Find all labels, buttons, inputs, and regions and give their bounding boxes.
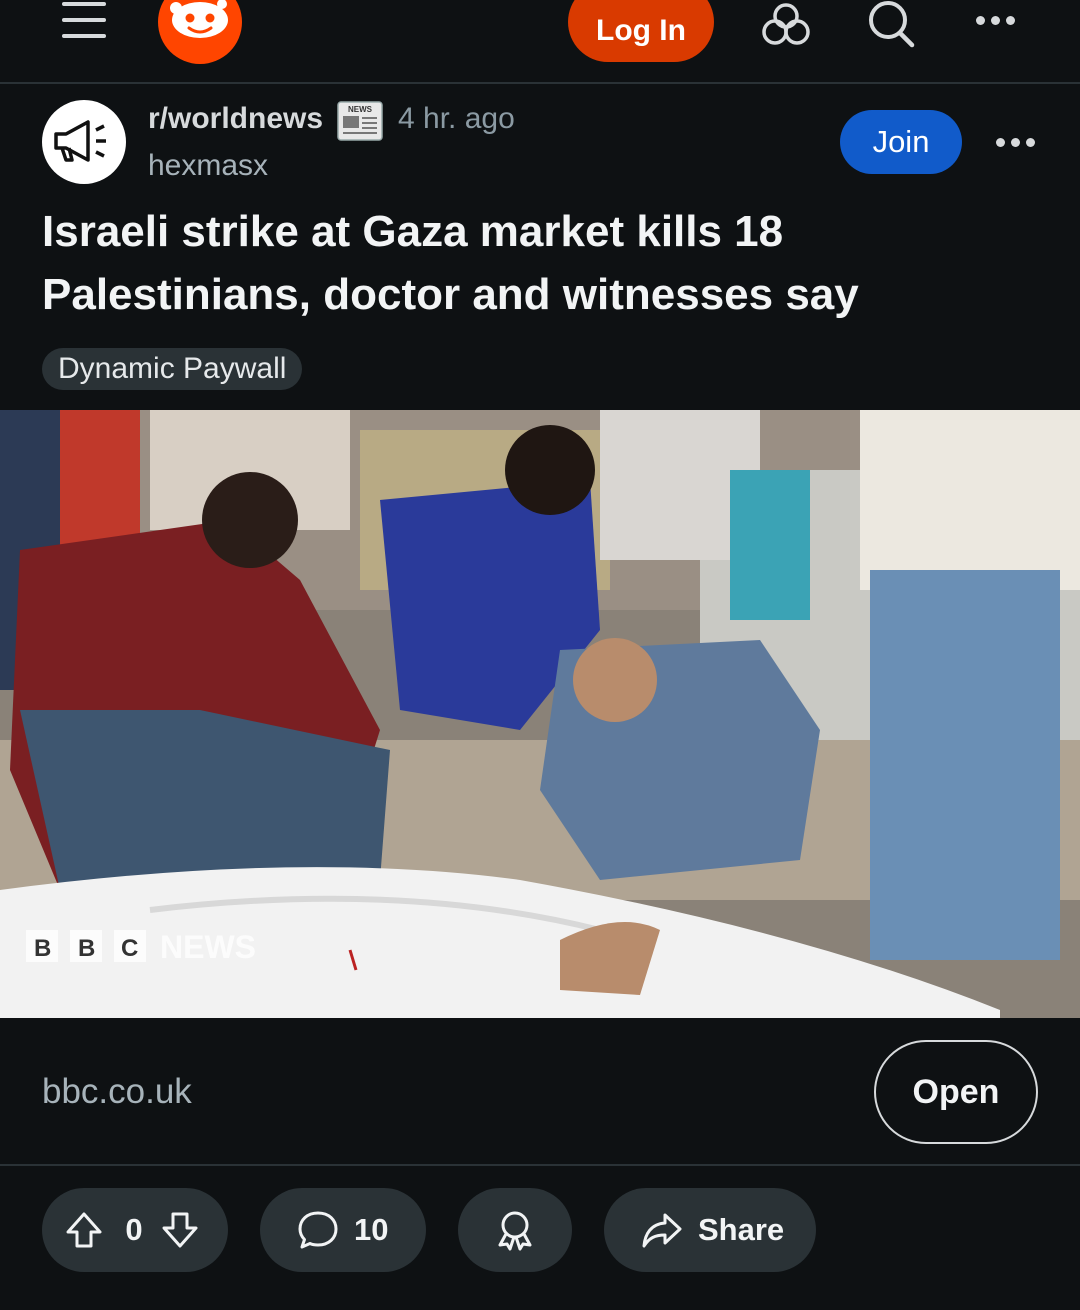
post-timestamp: 4 hr. ago [398,102,515,135]
post-author[interactable]: hexmasx [148,149,268,183]
news-photo: B B C NEWS [0,410,1080,1018]
chat-icon[interactable] [760,0,812,48]
svg-text:NEWS: NEWS [160,929,256,965]
megaphone-icon [54,120,106,162]
award-icon [493,1208,537,1252]
downvote-arrow-icon[interactable] [158,1208,202,1252]
svg-text:B: B [78,935,95,962]
hamburger-menu-icon[interactable] [58,0,110,44]
svg-text:C: C [121,935,138,962]
award-button[interactable] [458,1188,572,1272]
post-flair: Dynamic Paywall [42,348,303,390]
share-label: Share [698,1212,785,1247]
login-button[interactable]: Log In [568,0,714,62]
svg-text:B: B [34,935,51,962]
subreddit-avatar[interactable] [42,100,126,184]
share-button[interactable]: Share [604,1188,816,1272]
link-domain[interactable]: bbc.co.uk [42,1072,192,1112]
top-bar: Log In [0,0,1080,84]
vote-score: 0 [125,1212,143,1247]
post-options-icon[interactable] [996,138,1035,147]
comment-bubble-icon [296,1208,340,1252]
vote-bar: 0 [42,1188,228,1272]
comments-button[interactable]: 10 [260,1188,426,1272]
subreddit-name[interactable]: r/worldnews [148,102,323,136]
share-arrow-icon [640,1208,684,1252]
join-button[interactable]: Join [840,110,962,174]
upvote-arrow-icon[interactable] [62,1208,106,1252]
more-options-icon[interactable] [976,16,1015,25]
post-title[interactable]: Israeli strike at Gaza market kills 18 P… [42,200,1022,326]
divider [0,1164,1080,1166]
open-link-button[interactable]: Open [874,1040,1038,1144]
comment-count: 10 [354,1212,389,1247]
post-image[interactable]: B B C NEWS [0,410,1080,1018]
search-icon[interactable] [864,0,916,48]
reddit-logo[interactable] [156,0,244,66]
newspaper-icon: NEWS [337,101,383,141]
news-badge-text: NEWS [348,105,373,114]
